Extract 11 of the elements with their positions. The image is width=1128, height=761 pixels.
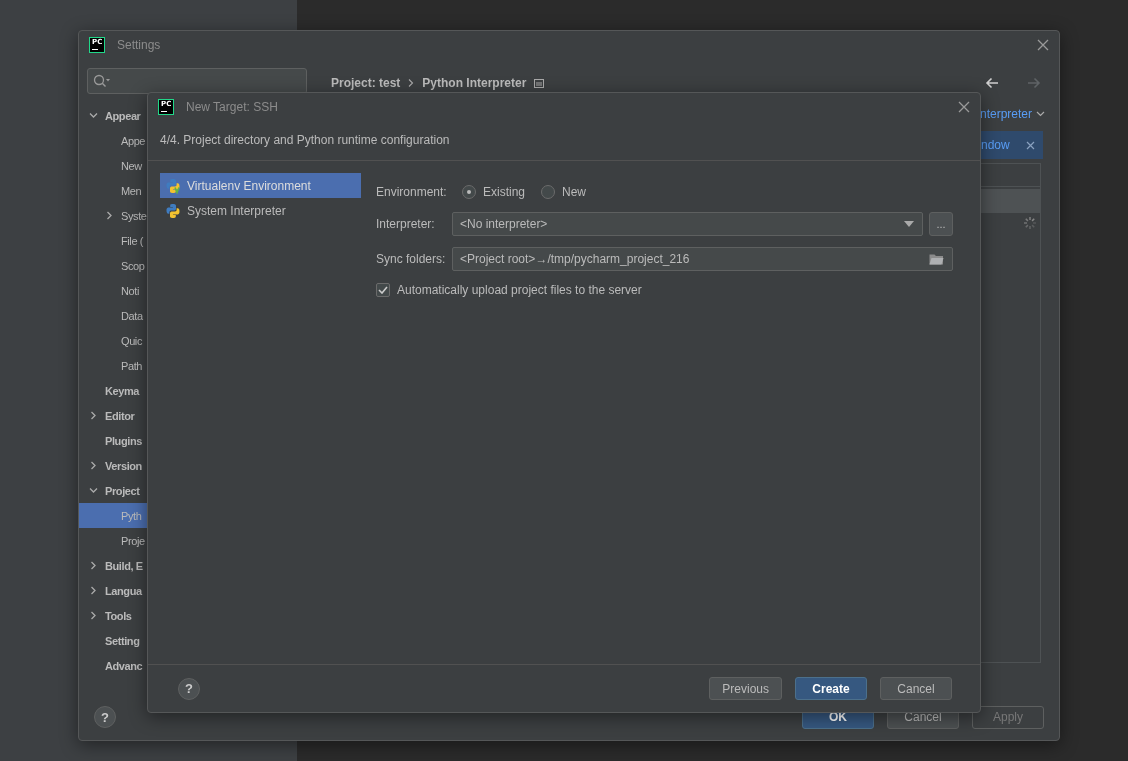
radio-label: Existing (483, 185, 526, 199)
window-title: Settings (117, 38, 162, 52)
dialog-title: New Target: SSH (186, 100, 279, 114)
field-label: Interpreter: (376, 217, 436, 231)
breadcrumb: Python Interpreter (422, 76, 527, 90)
field-label: Sync folders: (376, 252, 447, 266)
radio-label: New (562, 185, 587, 199)
field-label: Environment: (376, 185, 448, 199)
checkbox-label: Automatically upload project files to the server (397, 283, 642, 297)
breadcrumb: Project: test (331, 76, 401, 90)
step-title: 4/4. Project directory and Python runtime configuration (160, 133, 450, 147)
